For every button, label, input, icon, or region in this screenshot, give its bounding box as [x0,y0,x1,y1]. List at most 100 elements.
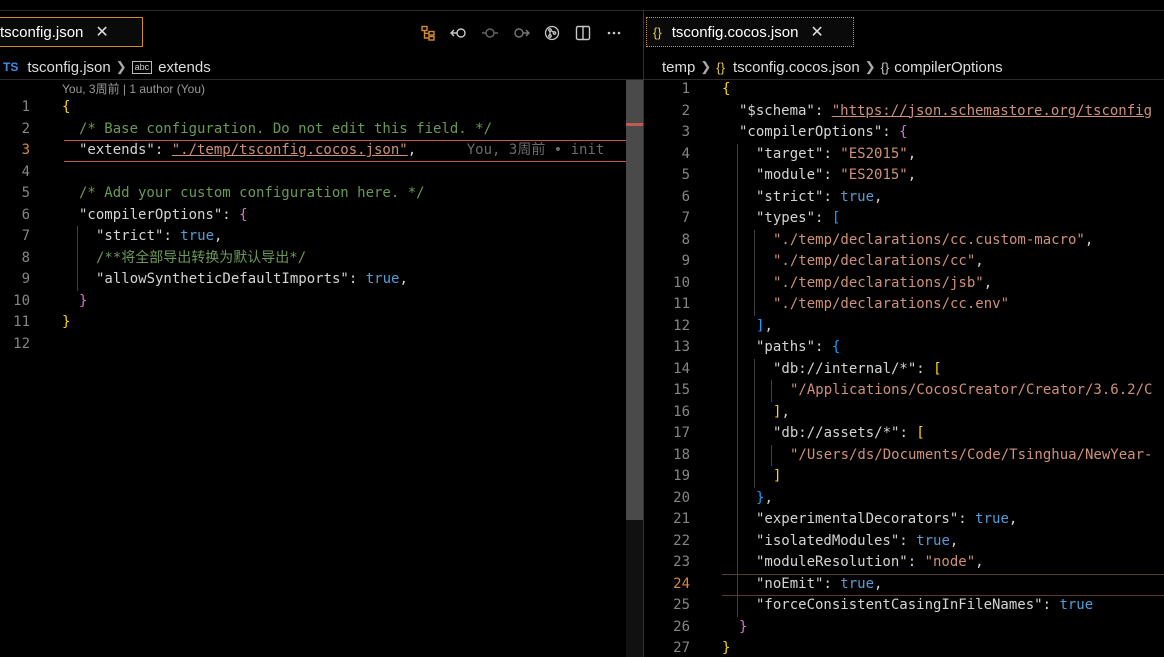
go-forward-disabled-icon[interactable] [474,22,505,44]
code-line[interactable]: 2 "$schema": "https://json.schemastore.or… [644,101,1164,123]
code-line[interactable]: 16], [644,401,1164,423]
tab-tsconfig-cocos-json[interactable]: {} tsconfig.cocos.json ✕ [646,17,854,47]
open-changes-icon[interactable] [536,22,567,44]
code-line[interactable]: 23 "moduleResolution": "node", [644,552,1164,574]
code-line[interactable]: 9 "allowSyntheticDefaultImports": true, [0,269,643,291]
line-number: 25 [673,597,690,613]
code-token: "/Users/ds/Documents/Code/Tsinghua/NewYe… [790,446,1153,463]
code-token: , [874,188,883,205]
indent-guide [737,466,738,488]
right-code-area[interactable]: 1{2 "$schema": "https://json.schemastore.… [644,79,1164,657]
code-line[interactable]: 4 "target": "ES2015", [644,143,1164,165]
code-line[interactable]: 4 [0,162,643,184]
code-line[interactable]: 21 "experimentalDecorators": true, [644,509,1164,531]
code-text: ], [756,316,773,338]
code-line[interactable]: 5 /* Add your custom configuration here. … [0,183,643,205]
code-token: , [975,253,984,269]
code-line[interactable]: 7 "strict": true, [0,226,643,248]
indent-guide [737,229,738,251]
more-actions-icon[interactable] [598,22,629,44]
line-number: 10 [13,292,30,309]
left-code-area[interactable]: 1{2/* Base configuration. Do not edit th… [0,97,643,355]
code-line[interactable]: 24 "noEmit": true, [644,573,1164,596]
code-line[interactable]: 25 "forceConsistentCasingInFileNames": tr… [644,595,1164,617]
breadcrumb-file[interactable]: tsconfig.json [27,59,110,76]
code-line[interactable]: 2 /* Base configuration. Do not edit this… [0,119,643,141]
code-text: }, [756,488,773,510]
code-line[interactable]: 8 /**将全部导出转换为默认导出*/ [0,247,643,269]
code-line[interactable]: 5 "module": "ES2015", [644,165,1164,187]
code-line[interactable]: 22 "isolatedModules": true, [644,530,1164,552]
code-text: "moduleResolution": "node", [756,552,984,574]
breadcrumb-symbol[interactable]: extends [158,59,211,76]
indent-guide [77,226,78,248]
code-line[interactable]: 12 [0,334,643,356]
code-token: "./temp/declarations/jsb" [773,274,984,291]
split-editor-icon[interactable] [567,22,598,44]
code-line[interactable]: 8 "./temp/declarations/cc.custom-macro", [644,229,1164,251]
breadcrumb-file[interactable]: tsconfig.cocos.json [733,59,860,76]
code-line[interactable]: 3 "compilerOptions": { [644,122,1164,144]
code-line[interactable]: 12], [644,315,1164,338]
code-text: "allowSyntheticDefaultImports": true, [96,269,408,291]
code-line[interactable]: 10 "./temp/declarations/jsb", [644,272,1164,294]
code-token: : [222,206,240,223]
indent-guide [77,247,78,269]
go-back-icon[interactable] [443,22,474,44]
line-number: 27 [673,640,690,656]
code-token: } [79,292,88,309]
code-line[interactable]: 18 "/Users/ds/Documents/Code/Tsinghua/New… [644,444,1164,466]
code-line[interactable]: 6 "compilerOptions": { [0,205,643,227]
code-token: , [907,167,917,183]
breadcrumb-folder[interactable]: temp [662,59,695,76]
line-number: 4 [21,163,30,180]
line-number: 9 [681,253,690,269]
code-token: { [62,99,71,115]
code-line[interactable]: 15 "/Applications/CocosCreator/Creator/3.… [644,380,1164,402]
code-line[interactable]: 10} [0,291,643,313]
code-line[interactable]: 14 "db://internal/*": [ [644,358,1164,380]
code-line[interactable]: 3 "extends": "./temp/tsconfig.cocos.json"… [0,140,643,162]
code-line[interactable]: 17 "db://assets/*": [ [644,423,1164,445]
code-token: "paths" [756,339,816,355]
indent-guide [737,595,738,617]
code-line[interactable]: 27} [644,638,1164,657]
line-number: 7 [21,228,30,244]
line-number: 26 [673,618,690,635]
code-token: "experimentalDecorators" [756,511,959,527]
code-text: "./temp/declarations/cc.env" [773,294,1009,316]
code-line[interactable]: 11} [0,312,643,334]
codelens-blame[interactable]: You, 3周前 | 1 author (You) [62,80,205,97]
close-icon[interactable]: ✕ [95,22,108,42]
scrollbar-thumb[interactable] [626,80,643,520]
code-line[interactable]: 9 "./temp/declarations/cc", [644,251,1164,273]
left-editor-group: tsconfig.json ✕ TS tsconfig.json ❯ abc e… [0,11,643,657]
code-line[interactable]: 20}, [644,487,1164,510]
code-text: "experimentalDecorators": true, [756,509,1017,531]
code-line[interactable]: 1{ [0,97,643,119]
right-breadcrumb: temp ❯ {} tsconfig.cocos.json ❯ {} compi… [644,55,1164,80]
line-number: 23 [673,554,690,570]
code-line[interactable]: 11 "./temp/declarations/cc.env" [644,294,1164,316]
go-next-icon[interactable] [505,22,536,44]
code-token: , [764,489,773,506]
code-token: "compilerOptions" [79,206,223,223]
code-line[interactable]: 6 "strict": true, [644,186,1164,208]
indent-guide [737,530,738,552]
code-line[interactable]: 26} [644,617,1164,639]
code-line[interactable]: 1{ [644,79,1164,101]
indent-guide [737,423,738,445]
tab-tsconfig-json[interactable]: tsconfig.json ✕ [0,17,143,47]
close-icon[interactable]: ✕ [810,22,823,42]
code-text: } [62,312,70,334]
code-line[interactable]: 13 "paths": { [644,337,1164,359]
source-control-graph-icon[interactable] [412,22,443,44]
code-line[interactable]: 19] [644,466,1164,488]
indent-guide [754,444,755,466]
code-token: "db://assets/*" [773,425,900,441]
indent-guide [737,358,738,380]
line-number: 17 [673,425,690,441]
indent-guide [77,269,78,291]
code-line[interactable]: 7 "types": [ [644,208,1164,230]
breadcrumb-symbol[interactable]: compilerOptions [894,59,1002,76]
